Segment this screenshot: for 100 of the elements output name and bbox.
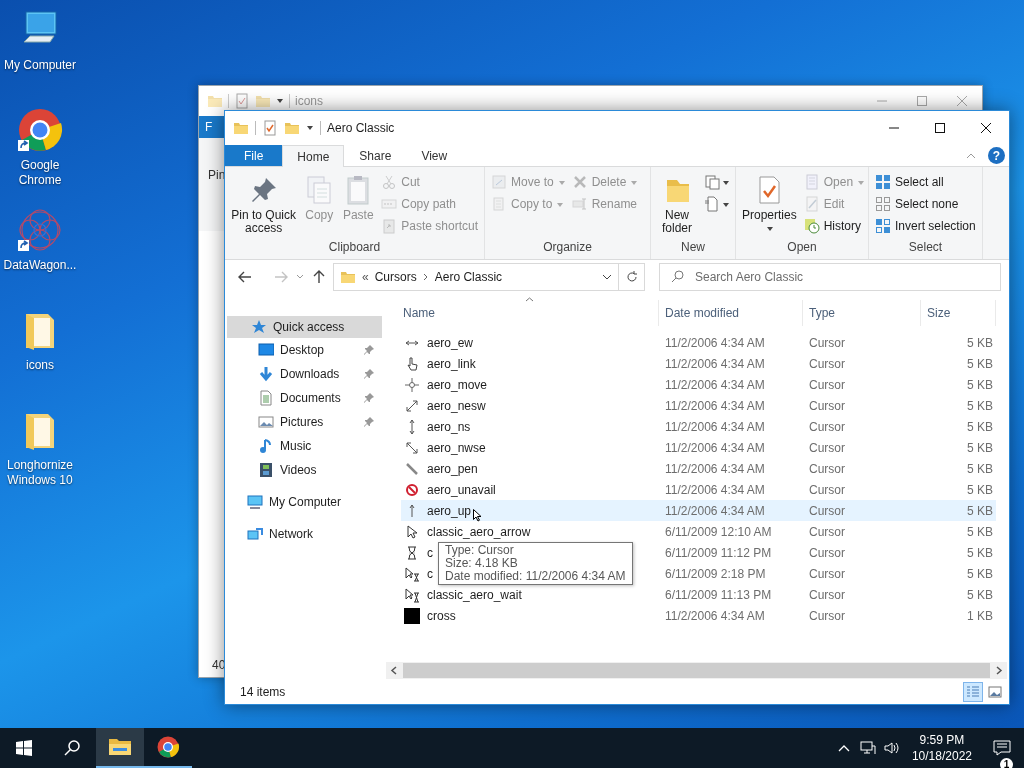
ribbon-button[interactable]: Invert selection <box>872 215 979 237</box>
caret-icon[interactable] <box>306 124 314 132</box>
column-header[interactable]: Date modified <box>659 300 803 326</box>
navigation-item[interactable]: Music <box>227 434 382 458</box>
diagonal-arrow-icon[interactable] <box>404 439 420 456</box>
navigation-item[interactable]: Pictures <box>227 410 382 434</box>
type-cell-text: Cursor <box>808 524 846 539</box>
caret-icon[interactable] <box>276 97 284 105</box>
type-cell-text: Cursor <box>808 608 846 623</box>
address-overflow[interactable]: « <box>362 270 369 284</box>
taskbar-app-button[interactable] <box>96 728 144 768</box>
large-icons-view-icon <box>988 685 1002 699</box>
navigation-item[interactable]: Videos <box>227 458 382 482</box>
no-entry-icon[interactable] <box>404 481 420 498</box>
move-icon <box>491 174 507 190</box>
horizontal-scrollbar[interactable] <box>386 662 1007 679</box>
shortcut-mesh-logo-icon[interactable] <box>16 206 64 254</box>
highlighted-file-row[interactable]: aero_up 11/2/2006 4:34 AM Cursor 5 KB <box>401 500 996 521</box>
document-icon[interactable] <box>258 390 274 406</box>
clock[interactable]: 9:59 PM 10/18/2022 <box>903 732 980 764</box>
chevron-down-icon <box>602 274 612 280</box>
navigation-item[interactable]: Quick access <box>227 316 382 338</box>
pictures-icon[interactable] <box>258 414 274 430</box>
download-arrow-icon[interactable] <box>258 366 274 382</box>
chevron-down-icon <box>296 274 304 280</box>
size-cell-text: 5 KB <box>966 587 994 602</box>
ribbon-button[interactable]: New folder <box>654 171 700 238</box>
navigation-item[interactable]: Downloads <box>227 362 382 386</box>
ribbon-tab[interactable]: Share <box>344 145 407 166</box>
type-cell-text: Cursor <box>808 503 846 518</box>
type-cell-text: Cursor <box>808 482 846 497</box>
desktop-icon-label[interactable]: My Computer <box>0 58 80 73</box>
file-name: aero_up <box>427 503 472 518</box>
address-bar[interactable]: « Cursors Aero Classic <box>333 263 619 291</box>
diagonal-arrow-icon[interactable] <box>404 397 420 414</box>
square-icon[interactable] <box>404 607 420 624</box>
close-icon[interactable] <box>957 96 967 106</box>
breadcrumb[interactable]: Cursors <box>374 270 417 284</box>
file-name: aero_move <box>427 377 488 392</box>
desktop-icon-label[interactable]: icons <box>0 358 80 373</box>
desktop-icon-label[interactable]: Google Chrome <box>0 158 80 188</box>
network-icon <box>859 741 876 755</box>
open-icon <box>803 174 820 190</box>
hand-cursor-icon[interactable] <box>404 355 420 372</box>
busy-cursor-icon[interactable] <box>404 565 420 582</box>
navigation-item[interactable]: Documents <box>227 386 382 410</box>
ribbon-tab[interactable]: Home <box>282 145 345 167</box>
checkmark-page-icon[interactable] <box>234 93 250 109</box>
music-note-icon[interactable] <box>258 438 274 454</box>
navigation-item[interactable]: Network <box>227 522 382 546</box>
rename-icon <box>571 196 588 212</box>
date-cell-text: 6/11/2009 11:12 PM <box>664 545 773 560</box>
ribbon-tab[interactable]: View <box>406 145 463 166</box>
date-cell-text: 6/11/2009 11:13 PM <box>664 587 773 602</box>
help-button[interactable]: ? <box>988 147 1005 164</box>
tooltip-text: Type: Cursor <box>445 544 515 557</box>
navigation-item[interactable]: My Computer <box>227 490 382 514</box>
column-header[interactable]: Size <box>921 300 996 326</box>
delete-x-icon <box>571 174 588 190</box>
select-all-icon <box>875 174 891 190</box>
clipboard-icon <box>381 218 398 234</box>
ribbon-button[interactable]: Select none <box>872 193 979 215</box>
desktop-icon[interactable] <box>258 342 274 358</box>
navigation-item[interactable]: Desktop <box>227 338 382 362</box>
pen-cursor-icon[interactable] <box>404 460 420 477</box>
size-cell-text: 5 KB <box>966 356 994 371</box>
desktop-icon-label[interactable]: Longhornize Windows 10 <box>0 458 80 488</box>
column-header[interactable]: Type <box>803 300 921 326</box>
date-cell-text: 11/2/2006 4:34 AM <box>664 335 766 350</box>
size-cell-text: 5 KB <box>966 461 994 476</box>
copy-icon <box>491 196 507 212</box>
file-name: c <box>427 566 433 581</box>
network-icon[interactable] <box>247 526 263 542</box>
date-cell-text: 6/11/2009 12:10 AM <box>664 524 773 539</box>
shortcut-browser-logo-icon[interactable] <box>16 106 64 154</box>
chevron-up-icon <box>837 744 850 752</box>
computer-icon[interactable] <box>247 494 263 510</box>
ribbon-button[interactable]: Select all <box>872 171 979 193</box>
ribbon-button[interactable]: History <box>800 215 868 237</box>
menu-tab[interactable]: F <box>199 116 225 138</box>
ribbon-group-label: New <box>680 239 706 256</box>
breadcrumb[interactable]: Aero Classic <box>434 270 503 284</box>
film-icon[interactable] <box>258 462 274 478</box>
desktop-icon-label[interactable]: DataWagon... <box>0 258 80 273</box>
ribbon-button[interactable]: Pin to Quick access <box>228 171 300 238</box>
scrollbar-thumb[interactable] <box>403 663 990 678</box>
busy-cursor-icon[interactable] <box>404 586 420 603</box>
arrow-cursor-icon[interactable] <box>404 523 420 540</box>
chevron-up-icon[interactable] <box>966 152 976 159</box>
refresh-button[interactable] <box>619 263 645 291</box>
maximize-icon[interactable] <box>917 96 927 106</box>
ribbon-button[interactable]: Properties <box>739 171 800 238</box>
file-menu-tab[interactable]: File <box>225 145 283 166</box>
star-icon[interactable] <box>251 319 267 335</box>
column-header[interactable]: Name <box>401 300 659 326</box>
search-field[interactable]: Search Aero Classic <box>659 263 1001 291</box>
checkmark-page-icon[interactable] <box>262 120 278 136</box>
search-icon <box>671 270 684 283</box>
move-cursor-icon[interactable] <box>404 376 420 393</box>
date-cell-text: 11/2/2006 4:34 AM <box>664 356 766 371</box>
